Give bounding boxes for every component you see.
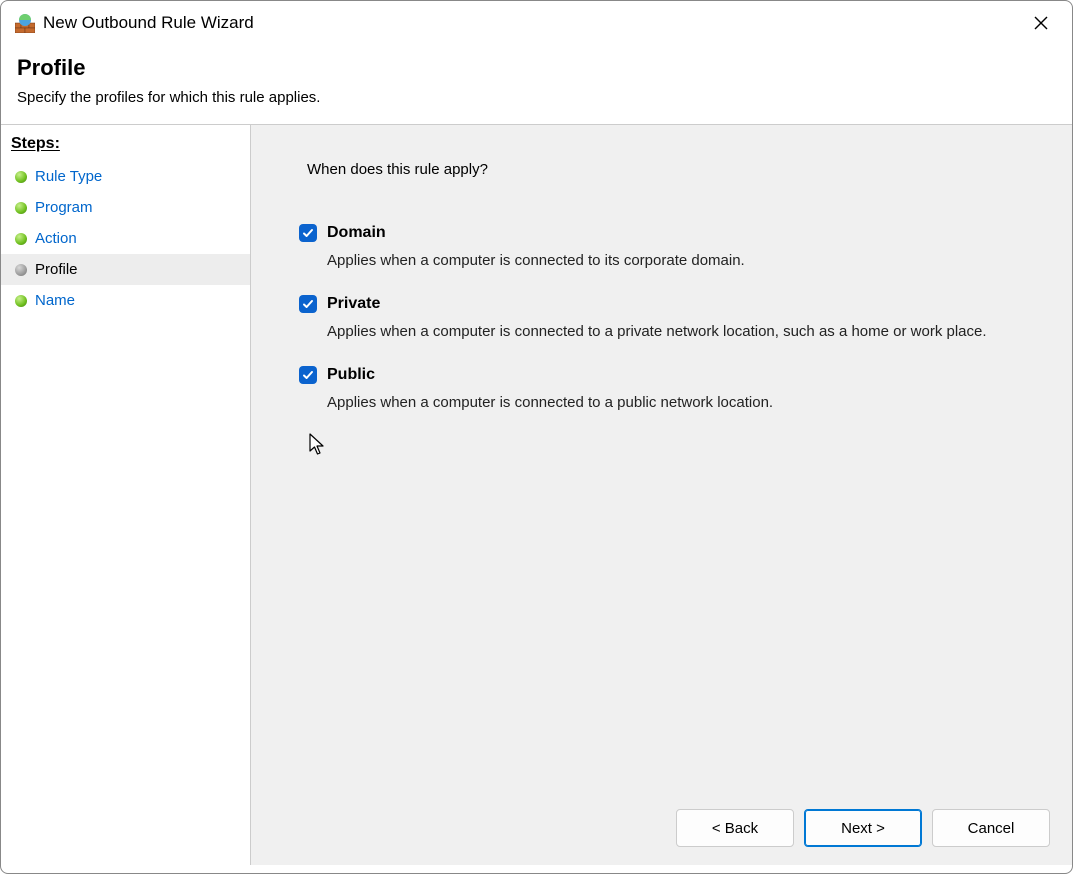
page-subheading: Specify the profiles for which this rule… — [17, 89, 1056, 106]
prompt-text: When does this rule apply? — [307, 161, 1024, 178]
header-section: Profile Specify the profiles for which t… — [1, 45, 1072, 124]
domain-checkbox[interactable] — [299, 224, 317, 242]
step-label: Program — [35, 199, 93, 216]
window-title: New Outbound Rule Wizard — [43, 13, 254, 33]
step-bullet-icon — [15, 233, 27, 245]
domain-description: Applies when a computer is connected to … — [327, 250, 1024, 271]
titlebar: New Outbound Rule Wizard — [1, 1, 1072, 45]
private-label: Private — [327, 295, 380, 313]
step-label: Name — [35, 292, 75, 309]
steps-sidebar: Steps: Rule Type Program Action Profile … — [1, 125, 251, 865]
step-program[interactable]: Program — [1, 192, 250, 223]
public-checkbox[interactable] — [299, 366, 317, 384]
back-button[interactable]: < Back — [676, 809, 794, 847]
option-domain: Domain Applies when a computer is connec… — [299, 224, 1024, 271]
profile-options: Domain Applies when a computer is connec… — [299, 224, 1024, 437]
wizard-button-bar: < Back Next > Cancel — [676, 809, 1050, 847]
step-profile[interactable]: Profile — [1, 254, 250, 285]
domain-label: Domain — [327, 224, 386, 242]
public-description: Applies when a computer is connected to … — [327, 392, 1024, 413]
private-checkbox[interactable] — [299, 295, 317, 313]
step-name[interactable]: Name — [1, 285, 250, 316]
step-label: Action — [35, 230, 77, 247]
page-heading: Profile — [17, 55, 1056, 81]
public-label: Public — [327, 366, 375, 384]
step-bullet-icon — [15, 202, 27, 214]
content-panel: When does this rule apply? Domain Applie… — [251, 125, 1072, 865]
step-action[interactable]: Action — [1, 223, 250, 254]
close-button[interactable] — [1020, 7, 1062, 39]
titlebar-left: New Outbound Rule Wizard — [15, 13, 254, 33]
body-area: Steps: Rule Type Program Action Profile … — [1, 125, 1072, 865]
steps-label: Steps: — [1, 129, 250, 161]
step-rule-type[interactable]: Rule Type — [1, 161, 250, 192]
firewall-icon — [15, 13, 35, 33]
private-description: Applies when a computer is connected to … — [327, 321, 1024, 342]
step-label: Profile — [35, 261, 78, 278]
option-private: Private Applies when a computer is conne… — [299, 295, 1024, 342]
step-bullet-icon — [15, 264, 27, 276]
step-bullet-icon — [15, 295, 27, 307]
cancel-button[interactable]: Cancel — [932, 809, 1050, 847]
step-bullet-icon — [15, 171, 27, 183]
next-button[interactable]: Next > — [804, 809, 922, 847]
step-label: Rule Type — [35, 168, 102, 185]
option-public: Public Applies when a computer is connec… — [299, 366, 1024, 413]
